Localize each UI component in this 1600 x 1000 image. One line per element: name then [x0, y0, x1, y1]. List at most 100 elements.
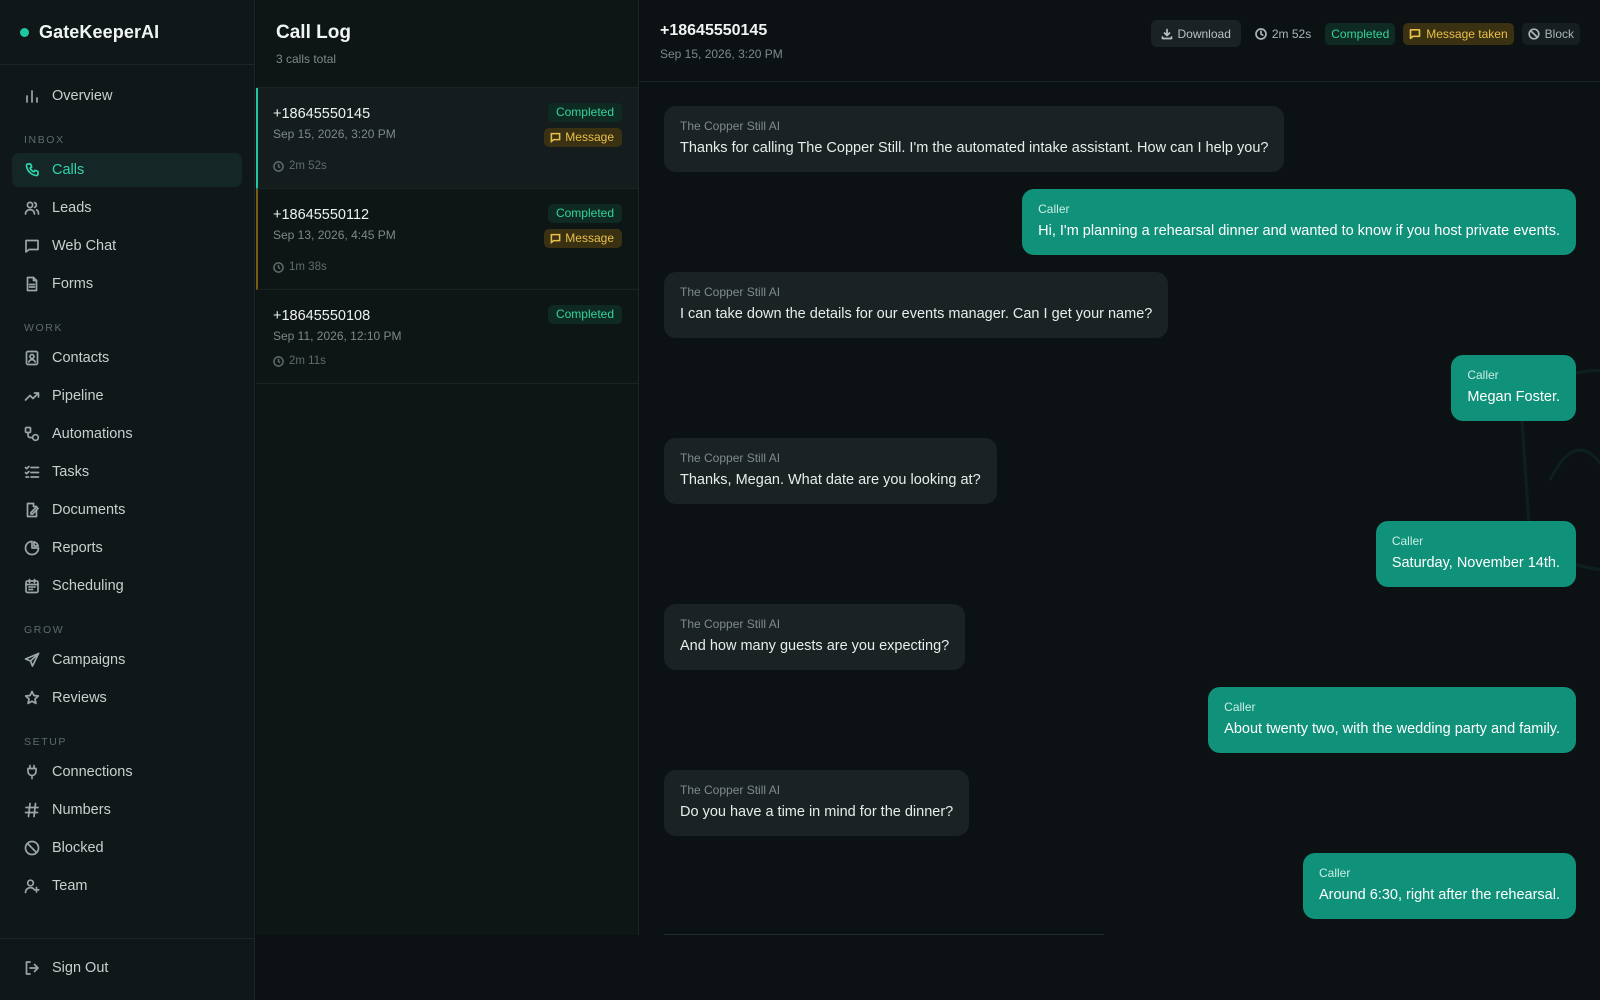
call-badges: Completed Message — [544, 204, 622, 248]
star-icon — [24, 690, 40, 706]
call-date: Sep 11, 2026, 12:10 PM — [273, 329, 402, 343]
nav-section-work: WORK — [24, 322, 64, 334]
sidebar-footer: Sign Out — [0, 938, 254, 1000]
status-badge: Completed — [1325, 22, 1396, 45]
message-icon — [550, 132, 561, 143]
duration-value: 2m 52s — [1271, 26, 1312, 41]
sidebar-item-scheduling[interactable]: Scheduling — [12, 569, 242, 603]
sidebar-item-documents[interactable]: Documents — [12, 493, 242, 527]
message-text: Around 6:30, right after the rehearsal. — [1318, 887, 1560, 903]
sidebar-item-tasks[interactable]: Tasks — [12, 455, 242, 489]
chat-icon — [24, 238, 40, 254]
download-label: Download — [1177, 26, 1231, 41]
sidebar-item-label: Pipeline — [52, 388, 104, 404]
trend-icon — [24, 388, 40, 404]
ban-icon — [24, 840, 40, 856]
message-speaker: The Copper Still AI — [680, 617, 781, 631]
phone-icon — [24, 162, 40, 178]
message-speaker: The Copper Still AI — [680, 119, 781, 133]
brand: GateKeeperAI — [0, 0, 254, 65]
document-icon — [24, 276, 40, 292]
sidebar-item-blocked[interactable]: Blocked — [12, 831, 242, 865]
message-badge: Message — [544, 229, 622, 248]
call-list-item[interactable]: +18645550112 Sep 13, 2026, 4:45 PM 1m 38… — [256, 189, 638, 290]
outcome-badge: Message taken — [1403, 22, 1514, 45]
call-badges: Completed Message — [544, 103, 622, 147]
sidebar-item-label: Reviews — [52, 690, 107, 706]
sign-out-button[interactable]: Sign Out — [12, 951, 242, 985]
clock-icon — [273, 160, 284, 172]
detail-header: +18645550145 Sep 15, 2026, 3:20 PM Downl… — [640, 0, 1600, 82]
status-badge: Completed — [547, 204, 622, 223]
sidebar-item-automations[interactable]: Automations — [12, 417, 242, 451]
message-text: Thanks for calling The Copper Still. I'm… — [680, 140, 1269, 156]
sidebar-item-forms[interactable]: Forms — [12, 267, 242, 301]
sidebar-item-label: Leads — [52, 200, 92, 216]
call-duration-value: 2m 52s — [289, 160, 327, 172]
sidebar-item-campaigns[interactable]: Campaigns — [12, 643, 242, 677]
bar-chart-icon — [24, 88, 40, 104]
message-speaker: The Copper Still AI — [680, 783, 781, 797]
message-text: Thanks, Megan. What date are you looking… — [680, 472, 981, 488]
sidebar-item-contacts[interactable]: Contacts — [12, 341, 242, 375]
ai-message: The Copper Still AI Thanks, Megan. What … — [664, 438, 997, 504]
caller-message: Caller Hi, I'm planning a rehearsal dinn… — [1022, 189, 1576, 255]
sidebar-item-reports[interactable]: Reports — [12, 531, 242, 565]
message-text: Hi, I'm planning a rehearsal dinner and … — [1038, 223, 1560, 239]
call-badges: Completed — [547, 305, 622, 324]
send-icon — [24, 652, 40, 668]
sidebar-item-reviews[interactable]: Reviews — [12, 681, 242, 715]
download-icon — [1161, 28, 1172, 39]
message-speaker: The Copper Still AI — [680, 285, 781, 299]
download-button[interactable]: Download — [1150, 20, 1241, 47]
message-badge-label: Message — [565, 231, 614, 245]
ai-message: The Copper Still AI I can take down the … — [664, 272, 1169, 338]
sidebar-item-web-chat[interactable]: Web Chat — [12, 229, 242, 263]
message-icon — [550, 233, 561, 244]
sidebar-item-team[interactable]: Team — [12, 869, 242, 903]
clock-icon — [273, 355, 284, 367]
caller-message: Caller Saturday, November 14th. — [1375, 521, 1576, 587]
sidebar-item-calls[interactable]: Calls — [12, 153, 242, 187]
caller-message: Caller About twenty two, with the weddin… — [1208, 687, 1576, 753]
sidebar-item-label: Forms — [52, 276, 94, 292]
app-name: GateKeeperAI — [39, 21, 160, 42]
sidebar-item-label: Team — [52, 878, 88, 894]
sidebar-item-label: Reports — [52, 540, 103, 556]
page-title: Call Log — [276, 22, 351, 43]
block-button[interactable]: Block — [1521, 22, 1580, 45]
sidebar-item-overview[interactable]: Overview — [12, 79, 242, 113]
sidebar-item-label: Automations — [52, 426, 133, 442]
detail-date: Sep 15, 2026, 3:20 PM — [660, 47, 783, 61]
call-list-item[interactable]: +18645550108 Sep 11, 2026, 12:10 PM 2m 1… — [256, 290, 638, 384]
message-badge: Message — [544, 128, 622, 147]
message-speaker: Caller — [1038, 202, 1070, 216]
call-list-item[interactable]: +18645550145 Sep 15, 2026, 3:20 PM 2m 52… — [256, 88, 638, 189]
sidebar-item-label: Connections — [52, 764, 133, 780]
sidebar-item-label: Campaigns — [52, 652, 126, 668]
message-text: Do you have a time in mind for the dinne… — [680, 804, 954, 820]
message-text: I can take down the details for our even… — [680, 306, 1153, 322]
sidebar-item-label: Overview — [52, 88, 113, 104]
status-label: Completed — [1331, 26, 1390, 41]
outcome-label: Message taken — [1426, 26, 1508, 41]
sidebar-item-label: Numbers — [52, 802, 111, 818]
call-duration: 2m 11s — [273, 355, 622, 367]
status-badge: Completed — [547, 103, 622, 122]
sidebar: GateKeeperAI Overview INBOX Calls Leads — [0, 0, 255, 1000]
sidebar-item-connections[interactable]: Connections — [12, 755, 242, 789]
sidebar-item-label: Documents — [52, 502, 126, 518]
call-duration-value: 1m 38s — [289, 261, 327, 273]
sidebar-item-pipeline[interactable]: Pipeline — [12, 379, 242, 413]
message-icon — [1409, 28, 1421, 39]
call-log-header: Call Log 3 calls total — [256, 0, 638, 88]
message-text: Megan Foster. — [1467, 389, 1560, 405]
workflow-icon — [24, 426, 40, 442]
ai-message: The Copper Still AI And how many guests … — [664, 604, 966, 670]
sidebar-item-leads[interactable]: Leads — [12, 191, 242, 225]
detail-actions: Download 2m 52s Completed Message taken … — [1150, 20, 1580, 47]
sidebar-item-label: Contacts — [52, 350, 110, 366]
sidebar-item-numbers[interactable]: Numbers — [12, 793, 242, 827]
clock-icon — [273, 261, 284, 273]
sidebar-item-label: Calls — [52, 162, 85, 178]
